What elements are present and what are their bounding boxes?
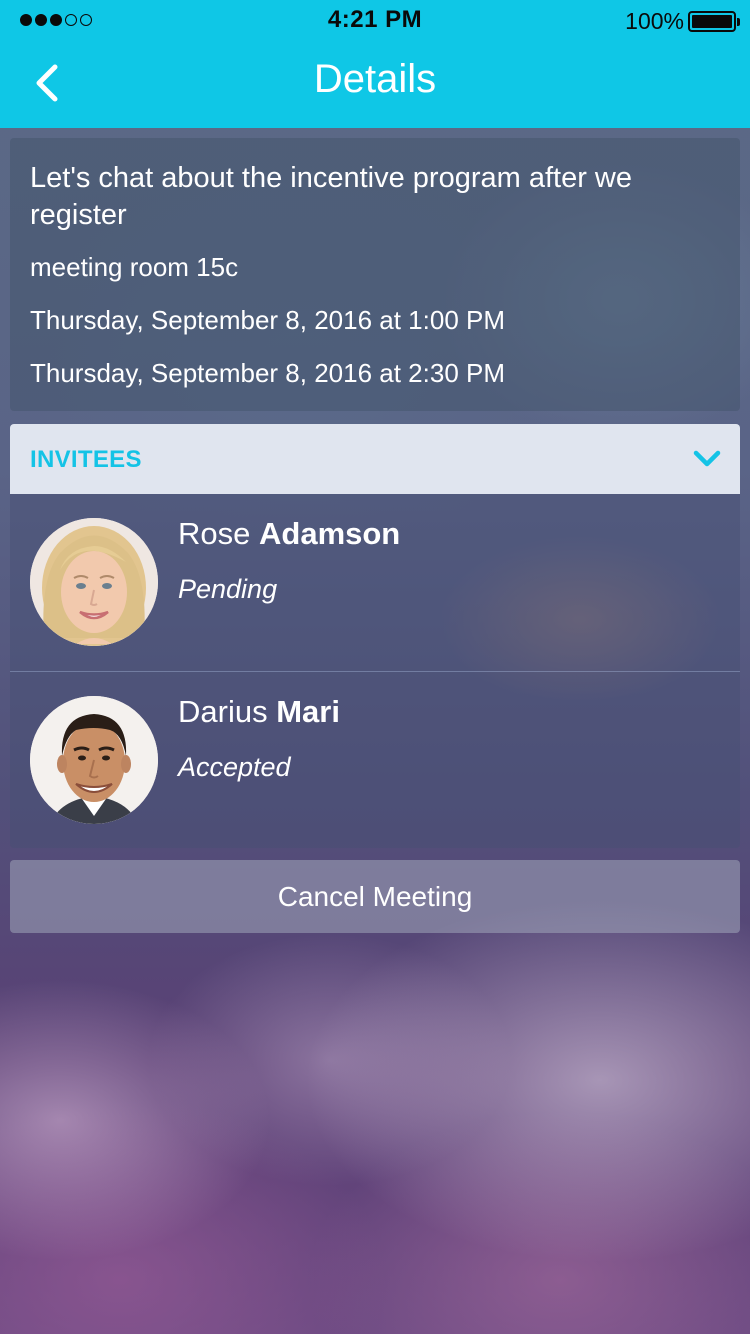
event-details-card: Let's chat about the incentive program a… (10, 138, 740, 411)
event-location: meeting room 15c (30, 252, 239, 282)
invitee-last-name: Mari (276, 694, 340, 729)
cancel-meeting-button[interactable]: Cancel Meeting (10, 860, 740, 933)
avatar (30, 696, 158, 824)
invitee-status: Pending (178, 574, 278, 604)
event-start-time: Thursday, September 8, 2016 at 1:00 PM (30, 305, 506, 335)
invitees-section-header[interactable]: INVITEES (10, 424, 740, 494)
navigation-bar: Details (0, 40, 750, 128)
event-title: Let's chat about the incentive program a… (30, 162, 632, 231)
invitee-status: Accepted (178, 752, 291, 782)
invitees-label: INVITEES (30, 446, 142, 473)
battery-percentage: 100% (625, 8, 684, 34)
invitees-list: Rose Adamson Pending Darius Mari Accepte… (10, 494, 740, 848)
invitee-first-name: Darius (178, 694, 268, 729)
invitee-row[interactable]: Rose Adamson Pending (10, 494, 740, 671)
page-title: Details (313, 57, 437, 101)
battery-level (692, 15, 732, 28)
invitee-first-name: Rose (178, 516, 251, 551)
battery-icon (688, 11, 740, 32)
avatar (30, 518, 158, 646)
invitee-last-name: Adamson (259, 516, 401, 551)
invitee-row[interactable]: Darius Mari Accepted (10, 671, 740, 848)
invitee-name: Darius Mari (178, 694, 340, 730)
chevron-down-icon[interactable] (692, 446, 722, 472)
event-end-time: Thursday, September 8, 2016 at 2:30 PM (30, 358, 506, 388)
status-bar: 4:21 PM 100% (0, 0, 750, 40)
invitee-name: Rose Adamson (178, 516, 400, 552)
